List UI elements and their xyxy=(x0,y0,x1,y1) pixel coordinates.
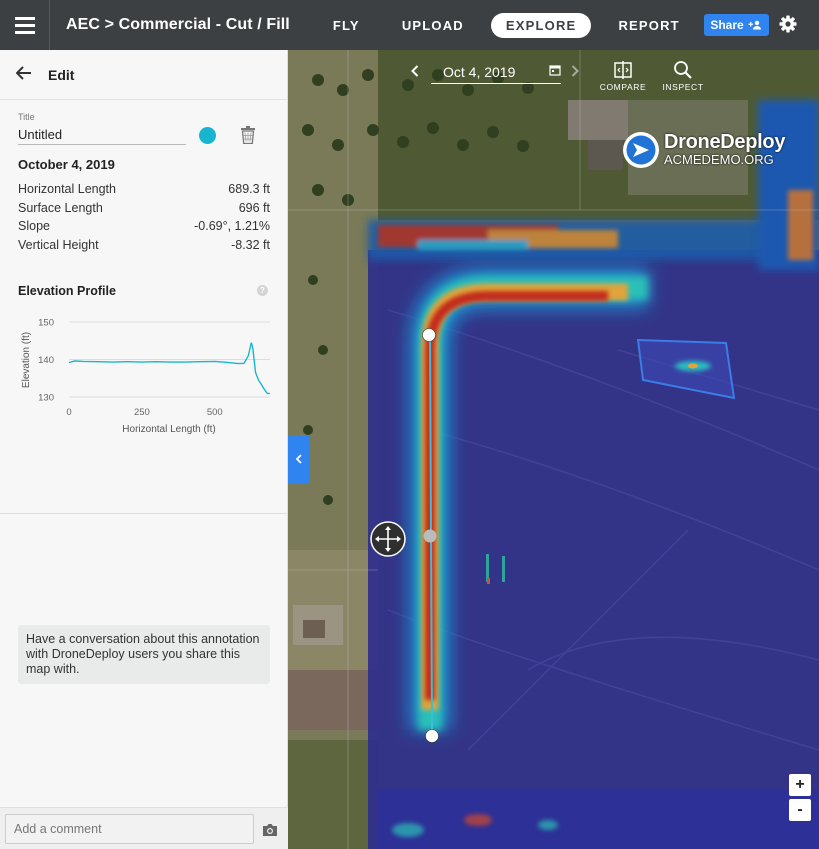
x-tick-label: 0 xyxy=(66,407,71,418)
measure-mid-handle[interactable] xyxy=(423,529,437,543)
zoom-out-button[interactable]: - xyxy=(789,799,811,821)
y-tick-label: 150 xyxy=(38,318,54,329)
y-tick-label: 130 xyxy=(38,393,54,404)
main-nav: FLY UPLOAD EXPLORE REPORT xyxy=(318,12,707,38)
color-picker[interactable] xyxy=(199,127,216,144)
breadcrumb[interactable]: AEC > Commercial - Cut / Fill xyxy=(66,16,290,34)
elevation-line xyxy=(68,342,270,395)
tab-fly[interactable]: FLY xyxy=(318,13,375,38)
stat-value: -8.32 ft xyxy=(231,237,270,252)
date-selector[interactable]: Oct 4, 2019 xyxy=(431,62,561,84)
measure-end-handle[interactable] xyxy=(425,729,439,743)
inspect-label: INSPECT xyxy=(662,82,704,92)
help-icon[interactable]: ? xyxy=(257,285,268,296)
chart-grid xyxy=(69,321,270,398)
brand-name: DroneDeploy xyxy=(664,131,786,153)
x-tick-label: 500 xyxy=(207,407,223,418)
x-tick-label: 250 xyxy=(134,407,150,418)
date-label: Oct 4, 2019 xyxy=(443,64,516,80)
dronedeploy-logo-icon xyxy=(623,132,659,168)
inspect-tool[interactable]: INSPECT xyxy=(653,60,713,92)
stat-label: Vertical Height xyxy=(18,237,99,252)
zoom-in-button[interactable]: + xyxy=(789,774,811,796)
stat-label: Horizontal Length xyxy=(18,182,116,196)
capture-date: October 4, 2019 xyxy=(18,157,115,172)
share-label: Share xyxy=(710,18,744,32)
panel-header: Edit xyxy=(0,50,287,100)
chart-ticks: 150 140 130 0 250 500 xyxy=(38,318,223,419)
tab-explore[interactable]: EXPLORE xyxy=(490,12,592,38)
dronedeploy-logo: DroneDeploy ACMEDEMO.ORG xyxy=(622,130,794,170)
measurement-stats: Horizontal Length 689.3 ft Surface Length… xyxy=(18,182,270,256)
stat-label: Slope xyxy=(18,219,50,233)
stat-row: Surface Length 696 ft xyxy=(18,201,270,220)
divider xyxy=(0,513,288,514)
conversation-hint: Have a conversation about this annotatio… xyxy=(18,625,270,684)
tab-report[interactable]: REPORT xyxy=(603,13,694,38)
panel-title: Edit xyxy=(48,66,75,83)
comment-input[interactable] xyxy=(5,814,254,844)
y-tick-label: 140 xyxy=(38,355,54,366)
brand-domain: ACMEDEMO.ORG xyxy=(664,152,774,167)
collapse-panel-button[interactable] xyxy=(288,435,310,483)
elevation-chart: Elevation (ft) Horizontal Length (ft) 15… xyxy=(21,318,270,435)
elevation-profile-title: Elevation Profile xyxy=(18,284,116,298)
move-handle[interactable] xyxy=(370,521,406,557)
date-navigator: Oct 4, 2019 xyxy=(405,58,585,88)
back-arrow-icon[interactable] xyxy=(15,64,38,85)
compare-icon xyxy=(614,61,632,79)
calendar-icon xyxy=(549,65,561,76)
inspect-icon xyxy=(674,61,692,79)
share-button[interactable]: Share xyxy=(704,14,769,36)
x-axis-label: Horizontal Length (ft) xyxy=(122,424,215,435)
stat-label: Surface Length xyxy=(18,200,103,215)
camera-icon[interactable] xyxy=(262,823,278,837)
title-input[interactable] xyxy=(18,125,186,145)
top-bar: AEC > Commercial - Cut / Fill FLY UPLOAD… xyxy=(0,0,819,50)
y-axis-label: Elevation (ft) xyxy=(21,332,32,388)
stat-value: -0.69°, 1.21% xyxy=(194,219,270,233)
stat-row: Slope -0.69°, 1.21% xyxy=(18,219,270,238)
comment-bar xyxy=(0,807,288,849)
measure-start-handle[interactable] xyxy=(422,328,436,342)
chevron-right-icon xyxy=(571,65,579,77)
prev-date-button[interactable] xyxy=(405,64,425,82)
menu-button[interactable] xyxy=(0,0,50,50)
stat-row: Vertical Height -8.32 ft xyxy=(18,238,270,257)
gear-icon[interactable] xyxy=(778,14,798,34)
stat-value: 696 ft xyxy=(238,200,270,215)
tab-upload[interactable]: UPLOAD xyxy=(387,13,479,38)
compare-label: COMPARE xyxy=(599,82,647,92)
next-date-button[interactable] xyxy=(565,64,585,82)
hamburger-icon xyxy=(14,15,35,36)
trash-icon[interactable] xyxy=(240,126,256,144)
annotation-panel: Edit Title October 4, 2019 Horizontal Le… xyxy=(0,50,288,849)
compare-tool[interactable]: COMPARE xyxy=(593,60,653,92)
chevron-left-icon xyxy=(295,454,302,464)
title-field-label: Title xyxy=(18,112,35,122)
chevron-left-icon xyxy=(411,65,419,77)
stat-value: 689.3 ft xyxy=(228,182,270,196)
stat-row: Horizontal Length 689.3 ft xyxy=(18,182,270,201)
add-people-icon xyxy=(748,20,761,30)
